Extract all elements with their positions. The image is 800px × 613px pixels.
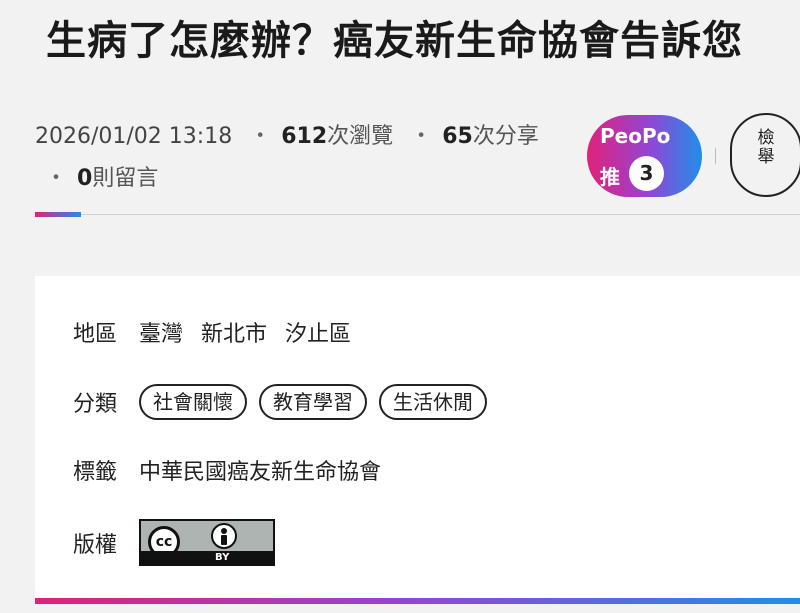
report-button[interactable]: 檢舉 — [730, 113, 800, 197]
button-divider — [715, 148, 716, 164]
category-tag[interactable]: 生活休閒 — [379, 384, 488, 420]
recommend-label: 推 — [600, 165, 620, 189]
meta-separator: ・ — [410, 124, 433, 149]
article-meta: 2026/01/02 13:18 ・ 612次瀏覽 ・ 65次分享 ・ 0則留言 — [35, 116, 580, 200]
recommend-count: 3 — [629, 156, 664, 191]
header-accent-bar — [35, 212, 81, 217]
tag-label: 標籤 — [73, 460, 118, 485]
license-label: 版權 — [73, 532, 118, 558]
license-badge-text: BY — [215, 552, 230, 563]
region-value[interactable]: 新北市 — [201, 316, 267, 348]
category-tag[interactable]: 教育學習 — [259, 384, 368, 420]
category-tag[interactable]: 社會關懷 — [139, 384, 248, 420]
attribution-icon — [211, 523, 238, 549]
meta-separator: ・ — [249, 124, 272, 149]
views-count: 612 — [281, 124, 328, 149]
meta-separator: ・ — [45, 166, 68, 191]
region-label: 地區 — [73, 322, 118, 347]
license-row: 版權 cc BY — [73, 519, 276, 566]
peopo-recommend-button[interactable]: PeoPo 推 3 — [587, 115, 702, 197]
card-bottom-accent — [35, 598, 800, 604]
region-value[interactable]: 臺灣 — [139, 316, 183, 348]
peopo-brand: PeoPo — [600, 124, 671, 148]
region-value[interactable]: 汐止區 — [285, 316, 351, 348]
header-divider — [35, 214, 800, 215]
views-label: 次瀏覽 — [327, 124, 394, 149]
region-row: 地區 臺灣 新北市 汐止區 — [73, 316, 369, 348]
comments-count: 0 — [77, 166, 93, 191]
category-row: 分類 社會關懷 教育學習 生活休閒 — [73, 384, 499, 420]
article-info-card: 地區 臺灣 新北市 汐止區 分類 社會關懷 教育學習 生活休閒 標籤 中華民國癌… — [35, 276, 800, 598]
category-label: 分類 — [73, 392, 118, 417]
tag-row: 標籤 中華民國癌友新生命協會 — [73, 454, 399, 486]
shares-count: 65 — [442, 124, 473, 149]
report-label: 檢舉 — [757, 128, 775, 167]
comments-label: 則留言 — [92, 166, 159, 191]
publish-datetime: 2026/01/02 13:18 — [35, 124, 233, 149]
tag-link[interactable]: 中華民國癌友新生命協會 — [139, 454, 381, 486]
page-title: 生病了怎麼辦？癌友新生命協會告訴您 — [46, 18, 743, 64]
cc-by-license-badge[interactable]: cc BY — [139, 519, 276, 566]
shares-label: 次分享 — [472, 124, 539, 149]
license-band — [141, 551, 274, 564]
